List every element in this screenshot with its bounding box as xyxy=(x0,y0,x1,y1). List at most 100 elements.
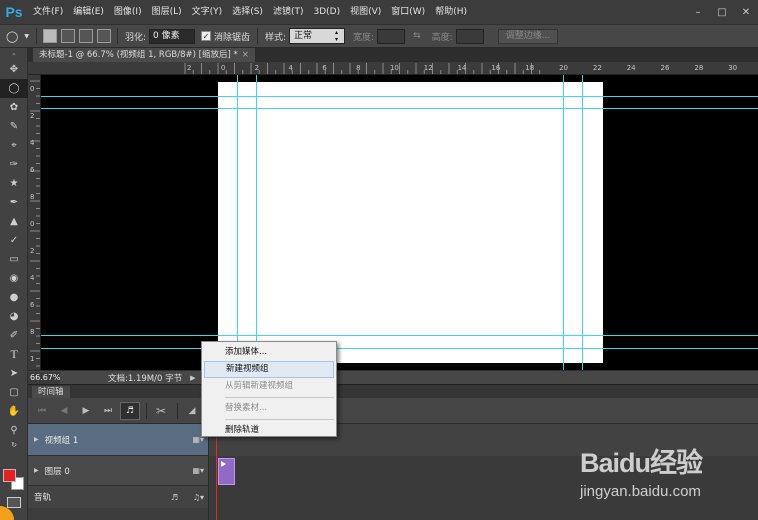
menu-file[interactable]: 文件(F) xyxy=(28,0,68,24)
previous-frame-icon[interactable]: ◀ xyxy=(54,402,74,420)
menu-item-new-video-group-from-clips[interactable]: 从剪辑新建视频组 xyxy=(202,378,336,395)
menu-select[interactable]: 选择(S) xyxy=(227,0,268,24)
brush-tool-icon[interactable]: ✒ xyxy=(0,193,28,212)
guide-horizontal[interactable] xyxy=(41,96,758,97)
horizontal-ruler-ticks: 2 0 2 4 6 8 10 12 14 16 18 20 22 24 26 28 30 xyxy=(184,63,737,74)
eyedropper-tool-icon[interactable]: ✑ xyxy=(0,155,28,174)
crop-tool-icon[interactable]: ⌖ xyxy=(0,136,28,155)
swap-colors-icon[interactable]: ↻ xyxy=(0,440,28,450)
style-select[interactable]: 正常 xyxy=(289,28,346,44)
maximize-button[interactable]: □ xyxy=(710,0,734,24)
menu-type[interactable]: 文字(Y) xyxy=(187,0,228,24)
separator xyxy=(116,28,118,44)
history-brush-tool-icon[interactable]: ✓ xyxy=(0,231,28,250)
speaker-icon[interactable]: ♬ xyxy=(171,493,178,502)
menu-layer[interactable]: 图层(L) xyxy=(147,0,187,24)
chevron-down-icon[interactable]: ▼ xyxy=(24,33,29,40)
intersect-selection-icon[interactable] xyxy=(96,29,111,43)
guide-vertical[interactable] xyxy=(256,75,257,370)
guide-horizontal[interactable] xyxy=(41,108,758,109)
refine-edge-button[interactable]: 调整边缘... xyxy=(497,28,559,44)
track-video-group[interactable]: ▶ 视频组 1 ▦▾ xyxy=(28,424,208,456)
document-tab-bar: 未标题-1 @ 66.7% (视频组 1, RGB/8#) [缩放后] * × xyxy=(28,48,758,62)
path-selection-tool-icon[interactable]: ➤ xyxy=(0,364,28,383)
guide-vertical[interactable] xyxy=(582,75,583,370)
guide-vertical[interactable] xyxy=(563,75,564,370)
close-button[interactable]: ✕ xyxy=(734,0,758,24)
type-tool-icon[interactable]: T xyxy=(0,345,28,364)
menu-item-new-video-group[interactable]: 新建视频组 xyxy=(204,361,334,378)
minimize-button[interactable]: – xyxy=(686,0,710,24)
zoom-level-field[interactable]: 66.67% xyxy=(28,371,61,384)
blur-tool-icon[interactable]: ● xyxy=(0,288,28,307)
add-selection-icon[interactable] xyxy=(60,29,75,43)
zoom-tool-icon[interactable]: ⚲ xyxy=(0,421,28,440)
height-label: 高度: xyxy=(431,32,453,43)
move-tool-icon[interactable]: ✥ xyxy=(0,60,28,79)
play-icon[interactable]: ▶ xyxy=(76,402,96,420)
menu-filter[interactable]: 滤镜(T) xyxy=(268,0,309,24)
subtract-selection-icon[interactable] xyxy=(78,29,93,43)
horizontal-ruler[interactable]: 2 0 2 4 6 8 10 12 14 16 18 20 22 24 26 28 30 xyxy=(28,62,758,75)
document-canvas[interactable] xyxy=(218,82,603,363)
film-strip-menu-icon[interactable]: ▦▾ xyxy=(192,466,204,475)
menu-item-delete-track[interactable]: 删除轨道 xyxy=(202,422,336,439)
paint-bucket-tool-icon[interactable]: ◉ xyxy=(0,269,28,288)
new-selection-icon[interactable] xyxy=(42,29,57,43)
audio-toggle-icon[interactable]: ♬ xyxy=(120,401,140,420)
antialias-checkbox[interactable]: ✓ xyxy=(200,31,211,41)
collapse-panel-icon[interactable]: » xyxy=(0,48,28,60)
lasso-tool-icon[interactable]: ✿ xyxy=(0,98,28,117)
feather-input[interactable]: 0 像素 xyxy=(148,28,195,44)
next-frame-icon[interactable]: ⏭ xyxy=(98,402,118,420)
menu-item-add-media[interactable]: 添加媒体... xyxy=(202,344,336,361)
menu-edit[interactable]: 编辑(E) xyxy=(68,0,109,24)
expand-triangle-icon[interactable]: ▶ xyxy=(34,467,39,474)
ruler-label: 8 xyxy=(30,193,34,201)
height-input[interactable] xyxy=(455,28,484,44)
document-size-info[interactable]: 文档:1.19M/0 字节 xyxy=(108,372,182,384)
document-tab[interactable]: 未标题-1 @ 66.7% (视频组 1, RGB/8#) [缩放后] * × xyxy=(33,48,255,62)
ruler-label: 16 xyxy=(491,64,500,72)
hand-tool-icon[interactable]: ✋ xyxy=(0,402,28,421)
quick-mask-icon[interactable] xyxy=(7,497,21,508)
transition-icon[interactable]: ◢ xyxy=(182,402,202,420)
track-layer[interactable]: ▶ 图层 0 ▦▾ xyxy=(28,456,208,486)
go-to-first-frame-icon[interactable]: ⏮ xyxy=(32,402,52,420)
width-input[interactable] xyxy=(377,28,406,44)
foreground-color-swatch[interactable] xyxy=(3,469,16,482)
split-at-playhead-icon[interactable]: ✂ xyxy=(151,402,171,420)
rectangle-tool-icon[interactable]: ▢ xyxy=(0,383,28,402)
guide-horizontal[interactable] xyxy=(41,348,758,349)
dodge-tool-icon[interactable]: ◕ xyxy=(0,307,28,326)
ruler-label: 0 xyxy=(30,220,34,228)
audio-menu-icon[interactable]: ♫▾ xyxy=(193,493,204,502)
healing-brush-tool-icon[interactable]: ★ xyxy=(0,174,28,193)
quick-selection-tool-icon[interactable]: ✎ xyxy=(0,117,28,136)
menu-item-replace-footage[interactable]: 替换素材... xyxy=(202,400,336,417)
window-controls: – □ ✕ xyxy=(686,0,758,24)
status-menu-arrow-icon[interactable]: ▶ xyxy=(190,374,195,382)
menu-help[interactable]: 帮助(H) xyxy=(430,0,472,24)
clone-stamp-tool-icon[interactable]: ▲ xyxy=(0,212,28,231)
eraser-tool-icon[interactable]: ▭ xyxy=(0,250,28,269)
menu-view[interactable]: 视图(V) xyxy=(345,0,386,24)
layer-clip[interactable] xyxy=(218,458,235,485)
feather-label: 羽化: xyxy=(124,32,146,43)
menu-window[interactable]: 窗口(W) xyxy=(386,0,430,24)
vertical-ruler[interactable]: 0 2 4 6 8 0 2 4 6 8 1 xyxy=(28,75,41,370)
expand-triangle-icon[interactable]: ▶ xyxy=(34,436,39,443)
photoshop-logo: Ps xyxy=(5,4,23,20)
menu-image[interactable]: 图像(I) xyxy=(109,0,147,24)
elliptical-marquee-tool-icon[interactable]: ◯ xyxy=(0,79,28,98)
menu-3d[interactable]: 3D(D) xyxy=(308,0,345,24)
pen-tool-icon[interactable]: ✐ xyxy=(0,326,28,345)
elliptical-marquee-preset-icon[interactable]: ◯ xyxy=(6,30,18,43)
canvas-workspace[interactable] xyxy=(41,75,758,370)
guide-horizontal[interactable] xyxy=(41,335,758,336)
track-audio[interactable]: 音轨 ♬ ♫▾ xyxy=(28,486,208,508)
close-tab-icon[interactable]: × xyxy=(242,50,249,60)
track-name: 图层 0 xyxy=(44,466,70,477)
swap-dimensions-icon[interactable]: ⇆ xyxy=(413,31,421,41)
guide-vertical[interactable] xyxy=(237,75,238,370)
